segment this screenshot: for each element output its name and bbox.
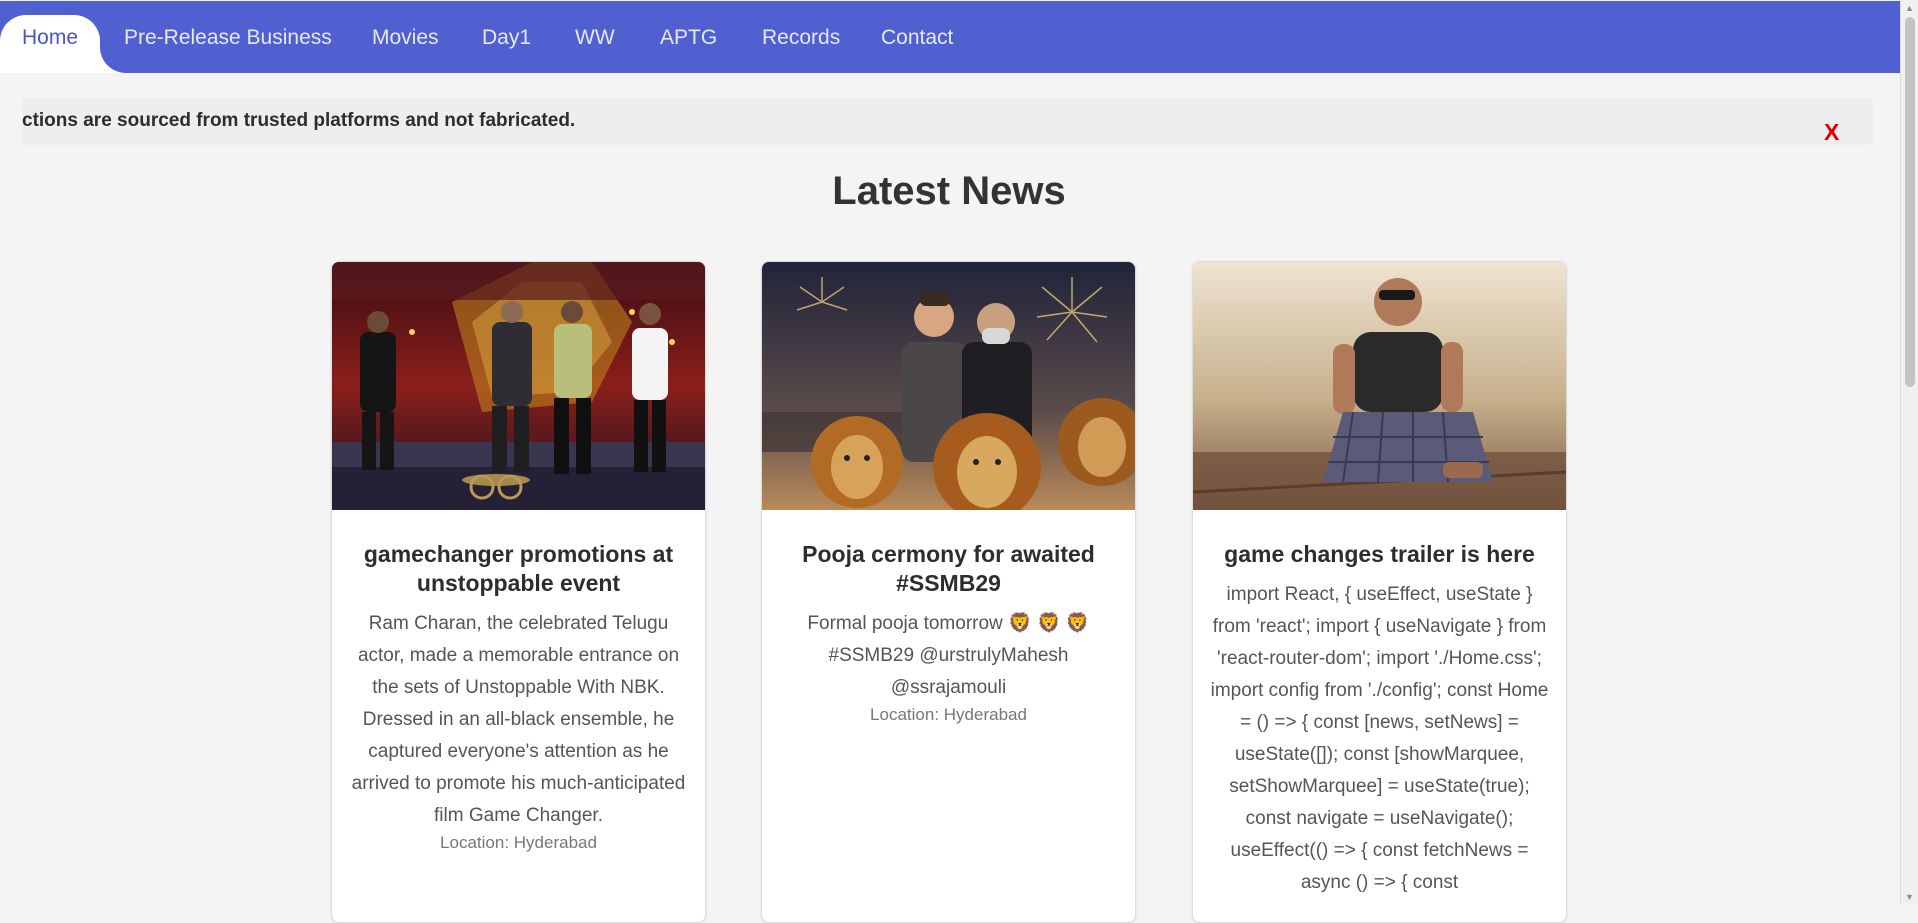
marquee-close-button[interactable]: X — [1824, 120, 1839, 144]
nav-contact[interactable]: Contact — [881, 15, 953, 60]
scrollbar-thumb[interactable] — [1905, 17, 1915, 387]
news-card-description: Ram Charan, the celebrated Telugu actor,… — [351, 613, 686, 826]
news-card-title[interactable]: gamechanger promotions at unstoppable ev… — [350, 540, 687, 598]
top-navbar: Home Pre-Release Business Movies Day1 WW… — [0, 1, 1900, 73]
triangle-up-icon[interactable]: ▲ — [1905, 3, 1914, 13]
nav-aptg[interactable]: APTG — [660, 15, 717, 60]
news-card-description: Formal pooja tomorrow 🦁 🦁 🦁 #SSMB29 @urs… — [807, 613, 1090, 698]
news-card[interactable]: Pooja cermony for awaited #SSMB29 Formal… — [761, 261, 1136, 923]
news-card-location: Location: Hyderabad — [440, 833, 597, 852]
page-scrollbar[interactable]: ▲ ▼ — [1900, 0, 1918, 905]
latest-news-heading: Latest News — [832, 169, 1066, 213]
news-card-image[interactable] — [1193, 262, 1566, 510]
news-card-title[interactable]: game changes trailer is here — [1211, 540, 1548, 569]
news-card-image[interactable] — [332, 262, 705, 510]
active-tab-corner — [100, 47, 126, 73]
nav-records[interactable]: Records — [762, 15, 840, 60]
nav-movies[interactable]: Movies — [372, 15, 439, 60]
news-card-location: Location: Hyderabad — [870, 705, 1027, 724]
nav-pre-release-business[interactable]: Pre-Release Business — [124, 15, 332, 60]
news-card-title[interactable]: Pooja cermony for awaited #SSMB29 — [780, 540, 1117, 598]
disclaimer-marquee: ctions are sourced from trusted platform… — [22, 98, 1873, 145]
nav-day1[interactable]: Day1 — [482, 15, 531, 60]
news-card-image[interactable] — [762, 262, 1135, 510]
nav-ww[interactable]: WW — [575, 15, 615, 60]
nav-home-tab[interactable]: Home — [0, 15, 100, 73]
news-card-description: import React, { useEffect, useState } fr… — [1210, 584, 1549, 893]
triangle-down-icon[interactable]: ▼ — [1905, 892, 1914, 902]
news-card[interactable]: game changes trailer is here import Reac… — [1192, 261, 1567, 923]
marquee-text: ctions are sourced from trusted platform… — [22, 110, 576, 131]
news-card[interactable]: gamechanger promotions at unstoppable ev… — [331, 261, 706, 923]
